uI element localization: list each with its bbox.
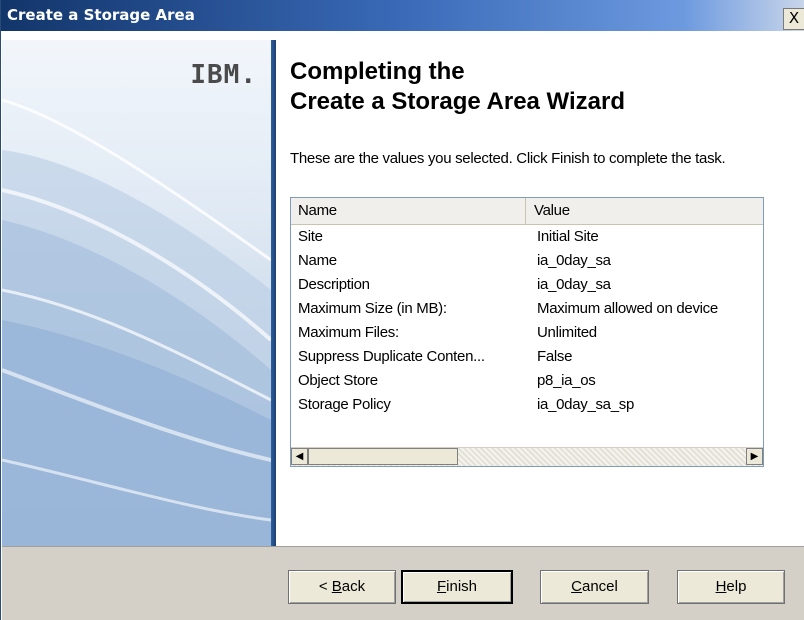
arrow-left-icon: ◀ [295, 451, 304, 462]
row-name: Storage Policy [298, 396, 391, 413]
list-row-maximum-size[interactable]: Maximum Size (in MB): Maximum allowed on… [291, 297, 763, 321]
row-value: ia_0day_sa_sp [537, 396, 635, 413]
instructions-text: These are the values you selected. Click… [290, 150, 726, 167]
back-button[interactable]: < Back [288, 570, 396, 604]
row-value: Maximum allowed on device [537, 300, 718, 317]
list-row-maximum-files[interactable]: Maximum Files: Unlimited [291, 321, 763, 345]
banner-wave-graphic [2, 98, 271, 546]
close-icon: X [788, 9, 800, 27]
list-row-site[interactable]: Site Initial Site [291, 225, 763, 249]
banner-divider [271, 40, 276, 546]
finish-button[interactable]: Finish [401, 570, 513, 604]
back-prefix: < [318, 578, 332, 595]
row-name: Object Store [298, 372, 378, 389]
row-name: Site [298, 228, 323, 245]
list-header: Name Value [291, 198, 763, 225]
help-label: elp [726, 578, 747, 595]
finish-accelerator: F [436, 578, 447, 595]
summary-list-view[interactable]: Name Value Site Initial Site Name ia_0da… [290, 197, 764, 467]
column-header-value[interactable]: Value [527, 198, 763, 224]
list-row-description[interactable]: Description ia_0day_sa [291, 273, 763, 297]
horizontal-scrollbar[interactable]: ◀ ▶ [291, 447, 763, 466]
page-title-line-1: Completing the [290, 58, 465, 85]
row-name: Name [298, 252, 337, 269]
row-name: Suppress Duplicate Conten... [298, 348, 485, 365]
row-value: p8_ia_os [537, 372, 596, 389]
wizard-side-banner: IBM. [2, 40, 271, 546]
list-rows: Site Initial Site Name ia_0day_sa Descri… [291, 225, 763, 417]
row-name: Maximum Files: [298, 324, 399, 341]
page-title-line-2: Create a Storage Area Wizard [290, 88, 626, 115]
row-name: Maximum Size (in MB): [298, 300, 447, 317]
help-button[interactable]: Help [677, 570, 785, 604]
list-row-suppress-duplicate[interactable]: Suppress Duplicate Conten... False [291, 345, 763, 369]
cancel-label: ancel [581, 578, 618, 595]
row-value: ia_0day_sa [537, 276, 611, 293]
ibm-logo: IBM. [190, 60, 257, 90]
page-title: Completing the Create a Storage Area Wiz… [290, 57, 790, 117]
title-bar[interactable]: Create a Storage Area X [1, 0, 804, 31]
scroll-thumb[interactable] [308, 448, 458, 465]
list-row-name[interactable]: Name ia_0day_sa [291, 249, 763, 273]
scroll-right-button[interactable]: ▶ [746, 448, 763, 465]
cancel-button[interactable]: Cancel [540, 570, 649, 604]
list-row-storage-policy[interactable]: Storage Policy ia_0day_sa_sp [291, 393, 763, 417]
row-value: Unlimited [537, 324, 597, 341]
list-row-object-store[interactable]: Object Store p8_ia_os [291, 369, 763, 393]
window-title: Create a Storage Area [7, 6, 195, 24]
row-value: Initial Site [537, 228, 599, 245]
row-value: False [537, 348, 573, 365]
close-button[interactable]: X [783, 8, 804, 30]
row-name: Description [298, 276, 370, 293]
arrow-right-icon: ▶ [750, 451, 759, 462]
scroll-left-button[interactable]: ◀ [291, 448, 308, 465]
finish-label: inish [446, 578, 478, 595]
back-accelerator: B [331, 578, 342, 595]
cancel-accelerator: C [571, 578, 582, 595]
back-label: ack [341, 578, 366, 595]
help-accelerator: H [715, 578, 727, 595]
wizard-dialog: Create a Storage Area X IBM. Completing … [0, 0, 804, 620]
column-header-name[interactable]: Name [291, 198, 526, 224]
row-value: ia_0day_sa [537, 252, 611, 269]
